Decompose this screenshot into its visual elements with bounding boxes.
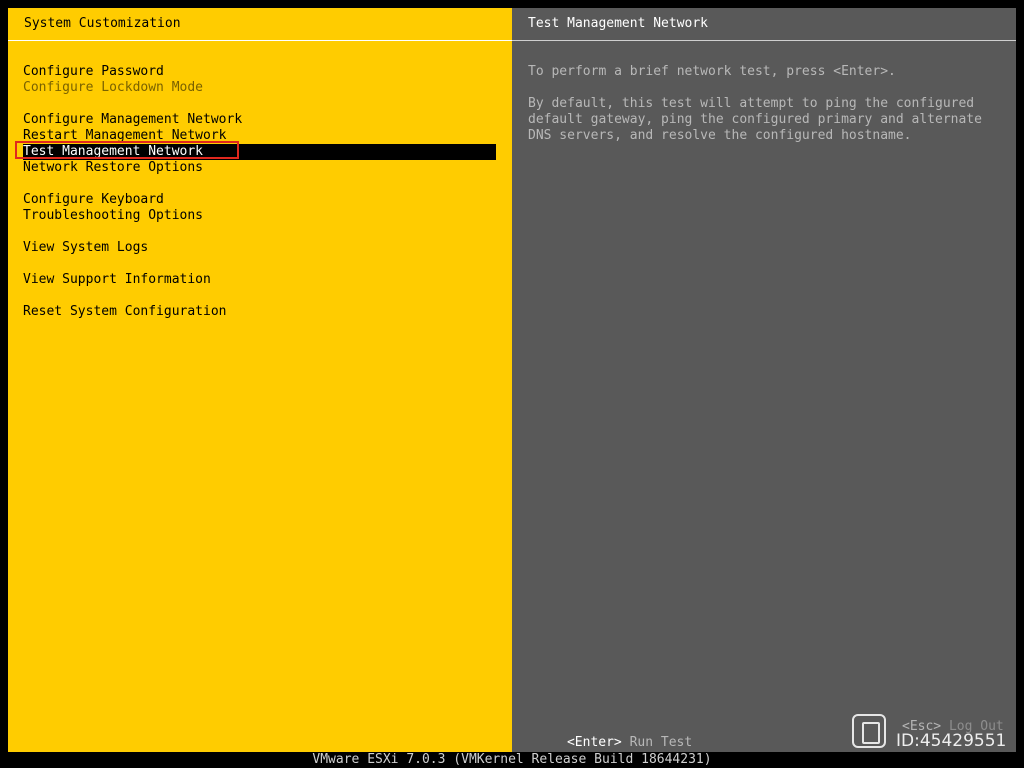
status-bar: VMware ESXi 7.0.3 (VMKernel Release Buil… (0, 752, 1024, 768)
menu-item-view-support-information[interactable]: View Support Information (23, 272, 211, 288)
menu-item-configure-password[interactable]: Configure Password (23, 64, 164, 80)
menu-item-test-management-network[interactable]: Test Management Network (23, 144, 496, 160)
menu-item-restart-management-network[interactable]: Restart Management Network (23, 128, 227, 144)
title-divider (8, 40, 512, 41)
menu-item-configure-lockdown-mode: Configure Lockdown Mode (23, 80, 204, 95)
esc-key-hint[interactable]: <Esc> (902, 719, 941, 734)
detail-description-line: By default, this test will attempt to pi… (528, 96, 975, 111)
log-out-label: Log Out (948, 719, 1004, 734)
menu-item-view-system-logs[interactable]: View System Logs (23, 240, 148, 256)
detail-description: To perform a brief network test, press <… (528, 64, 896, 79)
enter-key-hint[interactable]: <Enter> (567, 735, 622, 750)
menu-item-configure-management-network[interactable]: Configure Management Network (23, 112, 242, 128)
detail-title: Test Management Network (528, 16, 709, 31)
menu-item-troubleshooting-options[interactable]: Troubleshooting Options (23, 208, 203, 224)
menu-item-configure-keyboard[interactable]: Configure Keyboard (23, 192, 164, 208)
esxi-dcui-screen: System Customization Configure Password … (0, 0, 1024, 768)
system-customization-panel: System Customization Configure Password … (8, 8, 512, 752)
detail-title-divider (512, 40, 1016, 41)
panel-title: System Customization (24, 16, 181, 31)
detail-panel: Test Management Network To perform a bri… (512, 8, 1016, 752)
run-test-label: Run Test (629, 735, 693, 750)
menu-item-network-restore-options[interactable]: Network Restore Options (23, 160, 203, 176)
footer-hints-right: <Esc> Log Out (902, 719, 1004, 735)
detail-description-line: DNS servers, and resolve the configured … (528, 128, 912, 143)
menu-item-reset-system-configuration[interactable]: Reset System Configuration (23, 304, 227, 320)
detail-description-line: default gateway, ping the configured pri… (528, 112, 982, 127)
